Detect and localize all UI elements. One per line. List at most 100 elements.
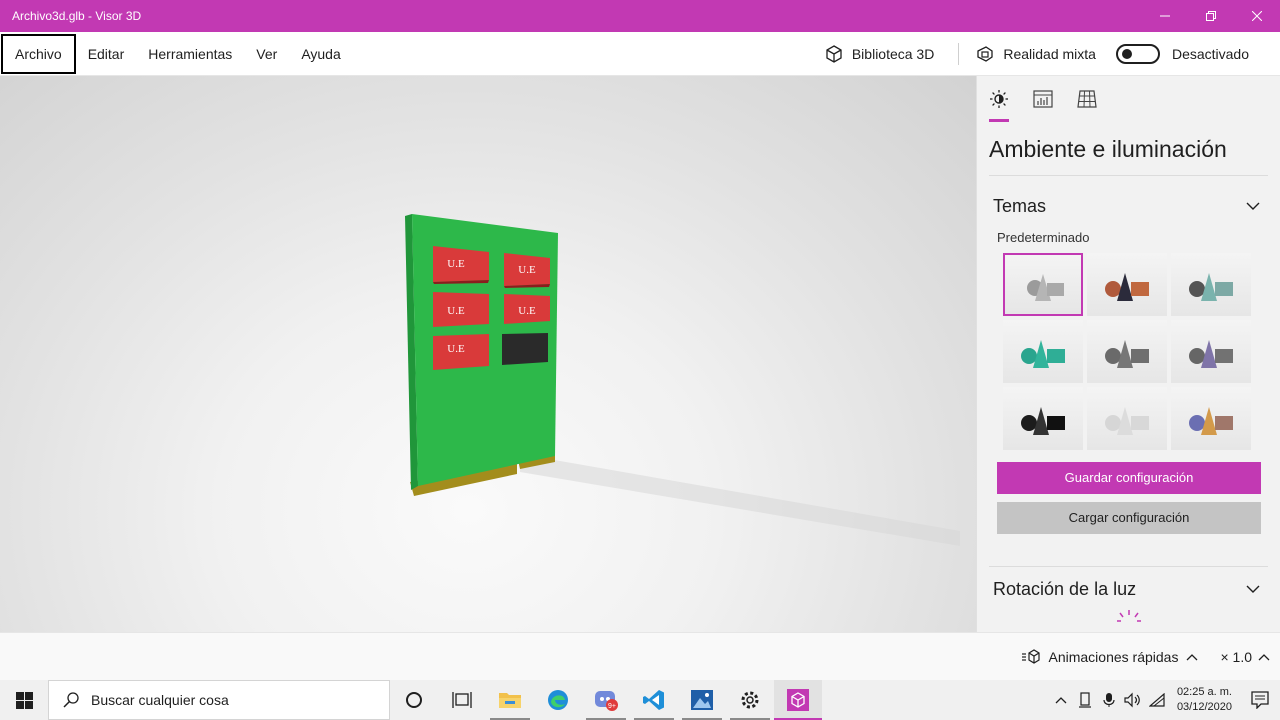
scene: U.E U.E U.E U.E U.E bbox=[405, 214, 960, 546]
discord-icon: 9+ bbox=[595, 691, 618, 711]
theme-thumbnail[interactable] bbox=[1087, 387, 1167, 450]
speed-label: × 1.0 bbox=[1220, 648, 1252, 665]
light-rotation-label: Rotación de la luz bbox=[993, 578, 1137, 599]
close-button[interactable] bbox=[1234, 0, 1280, 32]
taskbar-file-explorer[interactable] bbox=[486, 680, 534, 720]
menu-archivo[interactable]: Archivo bbox=[1, 33, 76, 74]
save-settings-button[interactable]: Guardar configuración bbox=[997, 462, 1261, 494]
taskbar-3d-viewer[interactable] bbox=[774, 680, 822, 720]
taskbar-search[interactable]: Buscar cualquier cosa bbox=[48, 680, 390, 720]
tray-wifi[interactable] bbox=[1145, 680, 1169, 720]
taskbar: Buscar cualquier cosa 9+ 02:25 a. m. 03/… bbox=[0, 680, 1280, 720]
mixed-reality-button[interactable]: Realidad mixta bbox=[975, 44, 1108, 64]
restore-icon bbox=[1206, 11, 1216, 21]
menu-ayuda[interactable]: Ayuda bbox=[289, 34, 352, 74]
microphone-icon bbox=[1103, 693, 1115, 707]
taskbar-discord[interactable]: 9+ bbox=[582, 680, 630, 720]
theme-thumbnail[interactable] bbox=[1003, 253, 1083, 316]
theme-preview-4 bbox=[1021, 340, 1065, 368]
model-empty-slot bbox=[502, 333, 548, 365]
animations-label: Animaciones rápidas bbox=[1048, 648, 1179, 665]
title-bar: Archivo3d.glb - Visor 3D bbox=[0, 0, 1280, 32]
tray-volume[interactable] bbox=[1121, 680, 1145, 720]
edge-icon bbox=[548, 690, 568, 710]
theme-thumbnail[interactable] bbox=[1171, 253, 1251, 316]
theme-thumbnail[interactable] bbox=[1087, 320, 1167, 383]
load-settings-button[interactable]: Cargar configuración bbox=[997, 502, 1261, 534]
tray-device[interactable] bbox=[1073, 680, 1097, 720]
chevron-up-icon bbox=[1187, 653, 1198, 660]
cube-icon bbox=[826, 44, 842, 63]
show-hidden-icons[interactable] bbox=[1049, 680, 1073, 720]
label-text-4: U.E bbox=[518, 305, 536, 317]
tab-stats[interactable] bbox=[1033, 76, 1077, 122]
3d-viewport[interactable]: U.E U.E U.E U.E U.E bbox=[0, 76, 976, 632]
tab-lighting[interactable] bbox=[989, 76, 1033, 122]
minimize-button[interactable] bbox=[1142, 0, 1188, 32]
theme-thumbnail[interactable] bbox=[1003, 387, 1083, 450]
tray-mic[interactable] bbox=[1097, 680, 1121, 720]
mixed-reality-label: Realidad mixta bbox=[1003, 45, 1096, 62]
search-placeholder: Buscar cualquier cosa bbox=[91, 692, 229, 708]
panel-tabs bbox=[977, 76, 1280, 122]
environment-panel: Ambiente e iluminación Temas Predetermin… bbox=[976, 76, 1280, 632]
theme-thumbnail[interactable] bbox=[1003, 320, 1083, 383]
library-3d-button[interactable]: Biblioteca 3D bbox=[824, 44, 959, 64]
theme-thumbnail[interactable] bbox=[1171, 320, 1251, 383]
restore-button[interactable] bbox=[1188, 0, 1234, 32]
chevron-down-icon bbox=[1246, 585, 1260, 593]
task-view-button[interactable] bbox=[438, 680, 486, 720]
notification-icon bbox=[1251, 691, 1269, 709]
volume-icon bbox=[1124, 692, 1140, 708]
taskbar-clock[interactable]: 02:25 a. m. 03/12/2020 bbox=[1169, 685, 1240, 715]
theme-preview-9 bbox=[1189, 407, 1233, 435]
themes-header-label: Temas bbox=[993, 195, 1047, 216]
clock-time: 02:25 a. m. bbox=[1176, 686, 1232, 698]
folder-icon bbox=[499, 693, 521, 708]
menu-ver[interactable]: Ver bbox=[244, 34, 289, 74]
windows-icon bbox=[15, 691, 33, 709]
gear-icon bbox=[741, 691, 759, 709]
photos-icon bbox=[691, 690, 713, 710]
toggle-knob bbox=[1121, 48, 1132, 59]
search-icon bbox=[63, 692, 79, 708]
taskbar-vscode[interactable] bbox=[630, 680, 678, 720]
light-rotation-header[interactable]: Rotación de la luz bbox=[977, 567, 1280, 607]
minimize-icon bbox=[1160, 15, 1170, 17]
3d-viewer-icon bbox=[787, 689, 809, 711]
system-tray: 02:25 a. m. 03/12/2020 bbox=[1049, 680, 1280, 720]
taskbar-edge[interactable] bbox=[534, 680, 582, 720]
menu-bar: Archivo Editar Herramientas Ver Ayuda Bi… bbox=[0, 32, 1280, 76]
device-icon bbox=[1078, 692, 1091, 708]
animations-button[interactable]: Animaciones rápidas bbox=[1021, 649, 1221, 665]
animation-icon bbox=[1021, 648, 1040, 664]
wifi-icon bbox=[1148, 693, 1165, 707]
tab-grid[interactable] bbox=[1077, 76, 1121, 122]
label-text-5: U.E bbox=[447, 343, 465, 355]
menu-herramientas[interactable]: Herramientas bbox=[136, 34, 244, 74]
speed-button[interactable]: × 1.0 bbox=[1220, 649, 1280, 665]
theme-preview-1 bbox=[1027, 274, 1064, 301]
theme-preview-7 bbox=[1021, 407, 1065, 435]
start-button[interactable] bbox=[0, 680, 48, 720]
cortana-button[interactable] bbox=[390, 680, 438, 720]
taskbar-photos[interactable] bbox=[678, 680, 726, 720]
grid-icon bbox=[1077, 90, 1097, 108]
clock-date: 03/12/2020 bbox=[1176, 701, 1232, 713]
label-text-3: U.E bbox=[447, 305, 465, 317]
chevron-up-icon bbox=[1055, 697, 1067, 704]
theme-thumbnail[interactable] bbox=[1087, 253, 1167, 316]
model-shadow bbox=[520, 454, 960, 546]
mixed-reality-icon bbox=[977, 45, 993, 62]
themes-sublabel: Predeterminado bbox=[997, 230, 1090, 245]
theme-thumbnail[interactable] bbox=[1171, 387, 1251, 450]
menu-editar[interactable]: Editar bbox=[76, 34, 137, 74]
themes-header[interactable]: Temas bbox=[977, 176, 1280, 224]
mixed-reality-toggle[interactable] bbox=[1115, 43, 1160, 64]
taskbar-settings[interactable] bbox=[726, 680, 774, 720]
chevron-down-icon bbox=[1246, 202, 1260, 210]
action-center-button[interactable] bbox=[1240, 680, 1280, 720]
window-title: Archivo3d.glb - Visor 3D bbox=[12, 9, 142, 23]
theme-preview-5 bbox=[1105, 340, 1149, 368]
light-sun-icon bbox=[1117, 610, 1141, 622]
